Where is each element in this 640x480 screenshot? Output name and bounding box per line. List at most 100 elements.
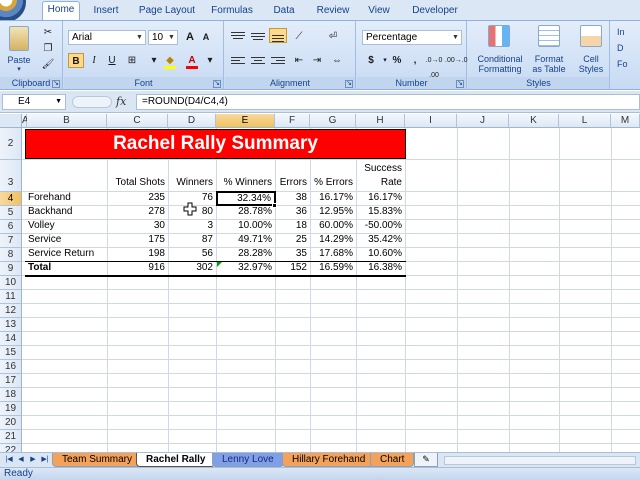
errors-cell[interactable]: 25 [275,234,310,245]
align-middle-icon[interactable] [251,30,265,42]
column-header-e[interactable]: E [216,114,275,128]
formula-bar-splitter[interactable] [72,96,112,108]
align-bottom-icon[interactable] [269,28,287,43]
row-header-18[interactable]: 18 [0,388,22,402]
total-row-label[interactable]: Total [25,262,107,273]
pct-winners-cell[interactable]: 49.71% [216,234,275,245]
align-top-icon[interactable] [231,30,245,42]
select-all-corner[interactable] [0,114,22,128]
format-cells-button[interactable]: Fo [617,59,640,69]
clipboard-launcher-icon[interactable]: ↘ [52,80,60,88]
insert-cells-button[interactable]: In [617,27,640,37]
row-header-21[interactable]: 21 [0,430,22,444]
errors-cell[interactable]: 35 [275,248,310,259]
underline-button[interactable]: U [104,53,120,68]
tab-page-layout[interactable]: Page Layout [134,3,200,20]
pct-errors-cell[interactable]: 60.00% [310,220,356,231]
header-pct-winners[interactable]: % Winners [216,177,275,188]
success-rate-total-cell[interactable]: 16.38% [356,262,405,273]
cell-styles-label-2[interactable]: Styles [572,64,610,74]
align-center-icon[interactable] [251,55,265,67]
row-header-5[interactable]: 5 [0,206,22,220]
column-header-f[interactable]: F [275,114,310,128]
row-label[interactable]: Service Return [25,248,107,259]
errors-cell[interactable]: 18 [275,220,310,231]
winners-cell[interactable]: 3 [168,220,216,231]
pct-errors-cell[interactable]: 12.95% [310,206,356,217]
errors-total-cell[interactable]: 152 [275,262,310,273]
decrease-indent-icon[interactable]: ⇤ [291,53,307,68]
errors-cell[interactable]: 36 [275,206,310,217]
copy-icon[interactable]: ❐ [40,41,56,56]
paste-dropdown-icon[interactable]: ▾ [14,65,24,75]
row-header-2[interactable]: 2 [0,128,22,160]
column-header-h[interactable]: H [356,114,405,128]
row-header-8[interactable]: 8 [0,248,22,262]
insert-sheet-icon[interactable]: ✎ [414,453,438,467]
pct-winners-cell[interactable]: 28.78% [216,206,275,217]
winners-cell[interactable]: 87 [168,234,216,245]
column-header-b[interactable]: B [27,114,107,128]
header-errors[interactable]: Errors [275,177,310,188]
horizontal-scrollbar[interactable] [444,456,636,465]
sheet-tab-lenny-love[interactable]: Lenny Love [212,453,284,467]
alignment-launcher-icon[interactable]: ↘ [345,80,353,88]
success-rate-cell[interactable]: 35.42% [356,234,405,245]
worksheet-grid[interactable]: A B C D E F G H I J K L M 2 3 4 5 6 7 8 … [0,114,640,452]
header-total-shots[interactable]: Total Shots [107,177,168,188]
tab-formulas[interactable]: Formulas [206,3,258,20]
row-header-4[interactable]: 4 [0,192,22,206]
percent-button[interactable]: % [389,53,405,68]
next-sheet-icon[interactable]: ▶ [28,454,38,466]
pct-winners-cell[interactable]: 10.00% [216,220,275,231]
merge-center-icon[interactable]: ⇔ [329,53,345,68]
delete-cells-button[interactable]: D [617,43,640,53]
borders-icon[interactable]: ⊞ [124,53,140,68]
row-header-14[interactable]: 14 [0,332,22,346]
prev-sheet-icon[interactable]: ◀ [16,454,26,466]
pct-errors-cell[interactable]: 14.29% [310,234,356,245]
row-label[interactable]: Volley [25,220,107,231]
errors-cell[interactable]: 38 [275,192,310,203]
row-header-20[interactable]: 20 [0,416,22,430]
number-format-select[interactable]: Percentage ▼ [362,30,462,45]
column-header-c[interactable]: C [107,114,168,128]
header-pct-errors[interactable]: % Errors [310,177,356,188]
column-header-i[interactable]: I [405,114,457,128]
sheet-tab-team-summary[interactable]: Team Summary [52,453,143,467]
success-rate-cell[interactable]: 10.60% [356,248,405,259]
row-label[interactable]: Backhand [25,206,107,217]
increase-indent-icon[interactable]: ⇥ [309,53,325,68]
row-header-6[interactable]: 6 [0,220,22,234]
pct-errors-total-cell[interactable]: 16.59% [310,262,356,273]
success-rate-cell[interactable]: 15.83% [356,206,405,217]
pct-errors-cell[interactable]: 17.68% [310,248,356,259]
orientation-icon[interactable]: ⟋ [291,29,307,44]
column-header-d[interactable]: D [168,114,216,128]
total-shots-total-cell[interactable]: 916 [107,262,168,273]
chevron-down-icon[interactable]: ▾ [146,53,162,68]
office-button[interactable] [0,0,26,22]
total-shots-cell[interactable]: 175 [107,234,168,245]
row-label[interactable]: Service [25,234,107,245]
pct-errors-cell[interactable]: 16.17% [310,192,356,203]
increase-decimal-button[interactable]: .0→0 .00 [425,53,443,79]
insert-function-button[interactable]: fx [116,95,126,108]
italic-button[interactable]: I [86,53,102,68]
align-right-icon[interactable] [271,55,285,67]
align-left-icon[interactable] [231,55,245,67]
total-shots-cell[interactable]: 198 [107,248,168,259]
column-header-g[interactable]: G [310,114,356,128]
sheet-tab-chart[interactable]: Chart [370,453,415,467]
row-header-15[interactable]: 15 [0,346,22,360]
row-header-16[interactable]: 16 [0,360,22,374]
header-success-rate-line1[interactable]: Success [356,163,405,174]
font-name-select[interactable]: Arial ▼ [68,30,146,45]
row-header-12[interactable]: 12 [0,304,22,318]
row-header-13[interactable]: 13 [0,318,22,332]
format-painter-icon[interactable]: 🖌 [40,57,56,72]
font-size-select[interactable]: 10 ▼ [148,30,178,45]
grow-font-button[interactable]: A [182,30,198,45]
font-launcher-icon[interactable]: ↘ [213,80,221,88]
number-launcher-icon[interactable]: ↘ [456,80,464,88]
